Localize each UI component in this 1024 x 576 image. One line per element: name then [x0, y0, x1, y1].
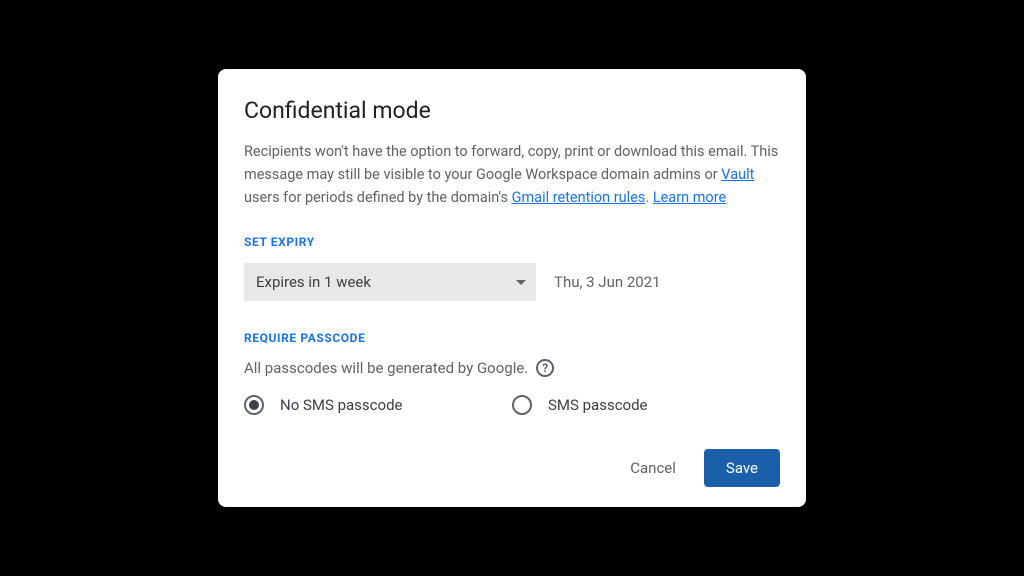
retention-rules-link[interactable]: Gmail retention rules: [512, 189, 646, 206]
dialog-title: Confidential mode: [244, 97, 780, 124]
expiry-select-value: Expires in 1 week: [256, 273, 371, 291]
radio-unselected-icon: [512, 395, 532, 415]
confidential-mode-dialog: Confidential mode Recipients won't have …: [218, 69, 806, 508]
expiry-date-text: Thu, 3 Jun 2021: [554, 273, 661, 291]
passcode-radio-group: No SMS passcode SMS passcode: [244, 395, 780, 415]
vault-link[interactable]: Vault: [721, 166, 754, 183]
dialog-description: Recipients won't have the option to forw…: [244, 140, 780, 210]
learn-more-link[interactable]: Learn more: [653, 189, 726, 206]
expiry-row: Expires in 1 week Thu, 3 Jun 2021: [244, 263, 780, 301]
radio-sms-passcode[interactable]: SMS passcode: [512, 395, 780, 415]
radio-label: No SMS passcode: [280, 396, 403, 414]
description-text: users for periods defined by the domain'…: [244, 189, 512, 206]
radio-no-sms-passcode[interactable]: No SMS passcode: [244, 395, 512, 415]
passcode-note-row: All passcodes will be generated by Googl…: [244, 359, 780, 377]
require-passcode-label: REQUIRE PASSCODE: [244, 331, 780, 345]
passcode-note-text: All passcodes will be generated by Googl…: [244, 359, 528, 377]
radio-label: SMS passcode: [548, 396, 648, 414]
cancel-button[interactable]: Cancel: [624, 451, 682, 485]
dialog-footer: Cancel Save: [244, 449, 780, 487]
help-icon[interactable]: ?: [536, 359, 554, 377]
description-text: .: [645, 189, 652, 206]
radio-selected-icon: [244, 395, 264, 415]
caret-down-icon: [516, 280, 526, 285]
save-button[interactable]: Save: [704, 449, 780, 487]
set-expiry-label: SET EXPIRY: [244, 235, 780, 249]
expiry-select[interactable]: Expires in 1 week: [244, 263, 536, 301]
description-text: Recipients won't have the option to forw…: [244, 143, 778, 183]
